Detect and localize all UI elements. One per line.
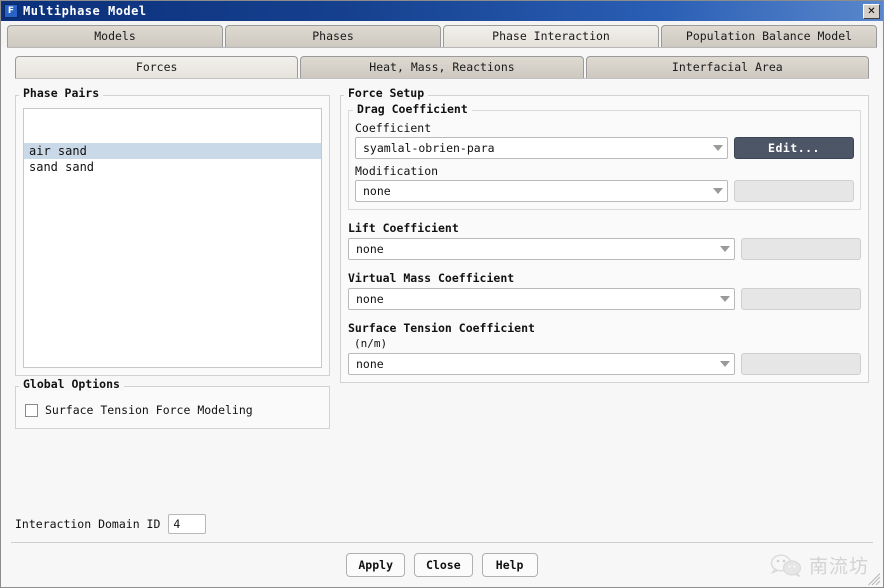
lift-coefficient-select[interactable]: none	[348, 238, 735, 260]
lift-coefficient-value: none	[356, 242, 716, 256]
force-setup-group: Force Setup Drag Coefficient Coefficient…	[340, 95, 869, 383]
phase-pairs-box: air sand sand sand	[15, 95, 330, 376]
list-item[interactable]: air sand	[24, 143, 321, 159]
tab-phase-interaction[interactable]: Phase Interaction	[443, 25, 659, 47]
left-column: Phase Pairs air sand sand sand Global Op…	[15, 85, 330, 510]
chevron-down-icon	[713, 145, 723, 151]
title-bar: F Multiphase Model ✕	[1, 1, 883, 21]
drag-coefficient-value: syamlal-obrien-para	[363, 141, 709, 155]
right-column: Force Setup Drag Coefficient Coefficient…	[340, 85, 869, 510]
drag-modification-select[interactable]: none	[355, 180, 728, 202]
chevron-down-icon	[720, 361, 730, 367]
interaction-domain-row: Interaction Domain ID	[1, 510, 883, 534]
modification-row: none	[355, 180, 854, 202]
interaction-domain-input[interactable]	[168, 514, 206, 534]
help-button[interactable]: Help	[482, 553, 538, 577]
surface-tension-force-modeling-row[interactable]: Surface Tension Force Modeling	[23, 399, 322, 421]
global-options-group: Global Options Surface Tension Force Mod…	[15, 386, 330, 429]
wechat-logo-icon	[769, 553, 803, 577]
subtab-forces[interactable]: Forces	[15, 56, 298, 78]
sub-tab-area: Forces Heat, Mass, Reactions Interfacial…	[15, 56, 869, 79]
phase-pairs-list[interactable]: air sand sand sand	[23, 108, 322, 368]
edit-button[interactable]: Edit...	[734, 137, 854, 159]
virtual-mass-coefficient-row: none	[348, 288, 861, 310]
drag-coefficient-title: Drag Coefficient	[353, 102, 472, 116]
surface-tension-force-modeling-label: Surface Tension Force Modeling	[45, 403, 253, 417]
close-button[interactable]: Close	[414, 553, 473, 577]
virtual-mass-coefficient-select[interactable]: none	[348, 288, 735, 310]
surface-tension-coefficient-row: none	[348, 353, 861, 375]
virtual-mass-coefficient-title: Virtual Mass Coefficient	[348, 271, 861, 285]
sub-tab-bar: Forces Heat, Mass, Reactions Interfacial…	[15, 56, 869, 78]
tab-population-balance-model[interactable]: Population Balance Model	[661, 25, 877, 47]
lift-coefficient-row: none	[348, 238, 861, 260]
watermark: 南流坊	[769, 552, 869, 579]
modification-label: Modification	[355, 164, 854, 178]
drag-coefficient-box: Coefficient syamlal-obrien-para Edit... …	[348, 110, 861, 210]
lift-coefficient-title: Lift Coefficient	[348, 221, 861, 235]
global-options-box: Surface Tension Force Modeling	[15, 386, 330, 429]
watermark-text: 南流坊	[809, 552, 869, 579]
surface-tension-edit-button-disabled	[741, 353, 861, 375]
lift-coefficient-group: Lift Coefficient none	[348, 221, 861, 260]
drag-coefficient-group: Drag Coefficient Coefficient syamlal-obr…	[348, 110, 861, 210]
virtual-mass-edit-button-disabled	[741, 288, 861, 310]
subtab-heat-mass-reactions[interactable]: Heat, Mass, Reactions	[300, 56, 583, 78]
fluent-app-icon: F	[4, 4, 18, 18]
list-item[interactable]: sand sand	[24, 159, 321, 175]
surface-tension-unit-label: (n/m)	[354, 337, 861, 350]
force-setup-title: Force Setup	[344, 86, 428, 100]
dialog-body: Phase Pairs air sand sand sand Global Op…	[1, 79, 883, 510]
close-icon[interactable]: ✕	[863, 4, 880, 19]
chevron-down-icon	[713, 188, 723, 194]
chevron-down-icon	[720, 246, 730, 252]
virtual-mass-coefficient-value: none	[356, 292, 716, 306]
drag-modification-edit-button-disabled	[734, 180, 854, 202]
drag-coefficient-select[interactable]: syamlal-obrien-para	[355, 137, 728, 159]
main-tab-bar: Models Phases Phase Interaction Populati…	[1, 21, 883, 47]
surface-tension-coefficient-value: none	[356, 357, 716, 371]
force-setup-box: Drag Coefficient Coefficient syamlal-obr…	[340, 95, 869, 383]
apply-button[interactable]: Apply	[346, 553, 405, 577]
tab-models[interactable]: Models	[7, 25, 223, 47]
chevron-down-icon	[720, 296, 730, 302]
surface-tension-coefficient-select[interactable]: none	[348, 353, 735, 375]
multiphase-model-dialog: F Multiphase Model ✕ Models Phases Phase…	[0, 0, 884, 588]
main-tab-divider	[7, 47, 877, 48]
surface-tension-coefficient-group: Surface Tension Coefficient (n/m) none	[348, 321, 861, 375]
subtab-interfacial-area[interactable]: Interfacial Area	[586, 56, 869, 78]
tab-phases[interactable]: Phases	[225, 25, 441, 47]
phase-pairs-title: Phase Pairs	[19, 86, 103, 100]
lift-coefficient-edit-button-disabled	[741, 238, 861, 260]
drag-modification-value: none	[363, 184, 709, 198]
footer-bar: Apply Close Help 南流坊	[1, 543, 883, 587]
virtual-mass-coefficient-group: Virtual Mass Coefficient none	[348, 271, 861, 310]
coefficient-label: Coefficient	[355, 121, 854, 135]
list-top-spacer	[24, 109, 321, 143]
interaction-domain-label: Interaction Domain ID	[15, 517, 160, 531]
global-options-title: Global Options	[19, 377, 124, 391]
surface-tension-coefficient-title: Surface Tension Coefficient	[348, 321, 861, 335]
phase-pairs-group: Phase Pairs air sand sand sand	[15, 95, 330, 376]
coefficient-row: syamlal-obrien-para Edit...	[355, 137, 854, 159]
resize-grip-icon[interactable]	[868, 573, 881, 586]
surface-tension-force-modeling-checkbox[interactable]	[25, 404, 38, 417]
window-title: Multiphase Model	[23, 4, 863, 18]
